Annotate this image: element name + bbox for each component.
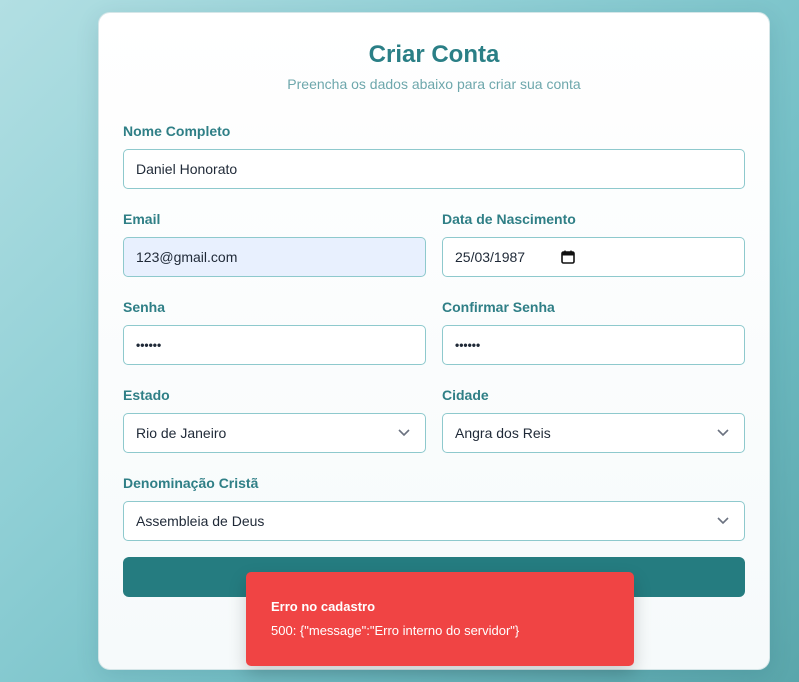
denomination-select[interactable]: Assembleia de Deus [123,501,745,541]
confirm-password-value: •••••• [455,338,481,352]
city-label: Cidade [442,387,489,403]
city-select[interactable]: Angra dos Reis [442,413,745,453]
chevron-down-icon [398,429,410,437]
confirm-password-label: Confirmar Senha [442,299,555,315]
full-name-input[interactable]: Daniel Honorato [123,149,745,189]
state-selected: Rio de Janeiro [136,425,227,441]
toast-message: 500: {"message":"Erro interno do servido… [271,623,520,638]
password-label: Senha [123,299,166,315]
password-value: •••••• [136,338,162,352]
state-label: Estado [123,387,170,403]
birth-date-value: 25/03/1987 [455,249,526,265]
toast-title: Erro no cadastro [271,599,376,614]
password-input[interactable]: •••••• [123,325,426,365]
error-toast[interactable]: Erro no cadastro 500: {"message":"Erro i… [246,572,634,666]
state-select[interactable]: Rio de Janeiro [123,413,426,453]
city-selected: Angra dos Reis [455,425,551,441]
page-subtitle: Preencha os dados abaixo para criar sua … [287,76,581,92]
denomination-selected: Assembleia de Deus [136,513,265,529]
denomination-label: Denominação Cristã [123,475,259,491]
email-value: 123@gmail.com [136,249,238,265]
email-input[interactable]: 123@gmail.com [123,237,426,277]
chevron-down-icon [717,429,729,437]
confirm-password-input[interactable]: •••••• [442,325,745,365]
full-name-label: Nome Completo [123,123,231,139]
calendar-icon[interactable] [561,250,575,264]
email-label: Email [123,211,161,227]
chevron-down-icon [717,517,729,525]
page-title: Criar Conta [368,41,500,68]
birth-date-label: Data de Nascimento [442,211,576,227]
full-name-value: Daniel Honorato [136,161,238,177]
birth-date-input[interactable]: 25/03/1987 [442,237,745,277]
